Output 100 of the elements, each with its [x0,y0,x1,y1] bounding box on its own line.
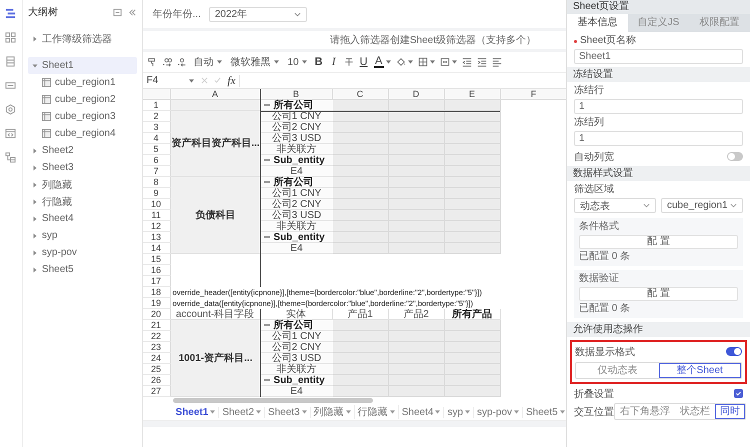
tree-item[interactable]: Sheet4 [28,210,137,227]
input-field[interactable]: 1 [574,99,743,114]
caret-right-icon[interactable] [32,232,38,238]
font-color-button[interactable]: A [374,56,384,68]
sheet-tab[interactable]: Sheet2 [219,406,266,418]
tree-item[interactable]: 行隐藏 [28,193,137,210]
tree-item[interactable]: cube_region4 [28,125,137,142]
caret-right-icon[interactable] [32,198,38,204]
row-number[interactable]: 15 [142,254,171,265]
region-select[interactable]: cube_region1 [661,198,743,213]
collapse-icon[interactable] [264,378,270,382]
segment-option[interactable]: 同时 [715,404,745,419]
outdent-icon[interactable] [462,57,472,67]
segment-option[interactable]: 整个Sheet [658,363,741,378]
caret-right-icon[interactable] [32,216,38,222]
caret-down-icon[interactable] [435,410,440,414]
tree-item[interactable]: Sheet3 [28,159,137,176]
name-box[interactable]: F4 [142,75,198,86]
underline-button[interactable]: U [358,56,369,68]
caret-down-icon[interactable] [408,60,413,64]
caret-down-icon[interactable] [302,410,307,414]
sheet-tab[interactable]: syp [444,406,474,418]
hierarchy-icon[interactable] [5,152,16,163]
increase-decimal-icon[interactable] [162,57,172,67]
toggle-switch[interactable] [726,347,742,356]
row-number[interactable]: 20 [142,309,171,320]
collapse-icon[interactable] [264,158,270,162]
font-size-dropdown[interactable]: 10 [286,56,309,68]
sheet-tab[interactable]: Sheet3 [265,406,311,418]
italic-button[interactable]: I [328,56,339,68]
strikethrough-icon[interactable] [344,57,354,67]
column-header[interactable]: C [332,89,389,100]
collapse-icon[interactable] [264,103,270,107]
sheet-tab[interactable]: 行隐藏 [354,405,399,419]
caret-down-icon[interactable] [514,410,520,414]
column-header[interactable]: F [500,89,566,100]
caret-right-icon[interactable] [32,250,38,256]
collapse-icon[interactable] [264,235,270,239]
caret-right-icon[interactable] [32,182,38,188]
sheet-tab[interactable]: 列隐藏 [310,405,355,419]
tree-item[interactable]: syp [28,227,137,244]
caret-down-icon[interactable] [390,410,395,414]
sheet-tab[interactable]: Sheet1 [172,406,220,418]
tree-item[interactable]: Sheet1 [28,57,137,74]
input-field[interactable]: 1 [574,131,743,146]
sheet-tab[interactable]: Sheet4 [398,406,444,418]
tree-item[interactable]: Sheet2 [28,142,137,159]
caret-down-icon[interactable] [452,60,457,64]
text-field-icon[interactable] [5,80,16,91]
caret-down-icon[interactable] [210,410,216,414]
caret-down-icon[interactable] [256,410,262,414]
tree-item[interactable]: cube_region3 [28,108,137,125]
tab[interactable]: 基本信息 [567,14,628,32]
configure-button[interactable]: 配 置 [579,235,738,249]
border-icon[interactable] [418,57,428,67]
column-header[interactable]: D [388,89,445,100]
tree-item[interactable]: cube_region1 [28,74,137,91]
sheet-tab[interactable]: syp-pov [474,406,524,418]
tree-item[interactable]: Sheet5 [28,261,137,278]
segment-option[interactable]: 右下角悬浮 [615,404,675,419]
row-number[interactable]: 17 [142,276,171,287]
caret-down-icon[interactable] [346,410,351,414]
tree-item[interactable]: cube_region2 [28,91,137,108]
tree-item[interactable]: syp-pov [28,244,137,261]
caret-down-icon[interactable] [560,410,565,414]
grid-icon[interactable] [5,32,16,43]
caret-down-icon[interactable] [430,60,435,64]
format-painter-icon[interactable] [146,57,157,67]
tree-item[interactable]: 列隐藏 [28,176,137,193]
collapse-icon[interactable] [264,180,270,184]
input-field[interactable]: Sheet1 [574,49,743,64]
double-chevron-left-icon[interactable] [128,8,137,16]
indent-icon[interactable] [476,57,487,67]
caret-right-icon[interactable] [32,148,38,154]
column-header[interactable]: E [444,89,501,100]
column-header[interactable]: A [170,89,261,100]
tree-item[interactable]: 工作簿级筛选器 [28,30,137,47]
fill-bucket-icon[interactable] [396,57,406,67]
merge-cells-icon[interactable] [440,57,450,67]
outline-icon[interactable] [5,8,16,19]
caret-down-icon[interactable] [386,60,391,64]
code-window-icon[interactable] [5,128,16,139]
year-select[interactable]: 2022年 [208,6,307,22]
column-header[interactable]: B [260,89,333,100]
toggle-switch[interactable] [727,152,743,161]
segment-option[interactable]: 状态栏 [675,404,715,419]
scrollbar[interactable] [172,398,373,403]
configure-button[interactable]: 配 置 [579,287,738,301]
caret-right-icon[interactable] [32,36,38,42]
segment-option[interactable]: 仅动态表 [576,363,658,378]
collapse-all-icon[interactable] [112,8,122,16]
bold-button[interactable]: B [314,56,324,68]
caret-right-icon[interactable] [32,266,38,272]
collapse-icon[interactable] [264,323,270,327]
caret-down-icon[interactable] [465,410,470,414]
type-select[interactable]: 动态表 [574,198,656,213]
number-format-dropdown[interactable]: 自动 [192,55,224,69]
function-button[interactable]: fx [224,74,240,86]
list-icon[interactable] [5,56,16,67]
caret-right-icon[interactable] [32,164,38,170]
